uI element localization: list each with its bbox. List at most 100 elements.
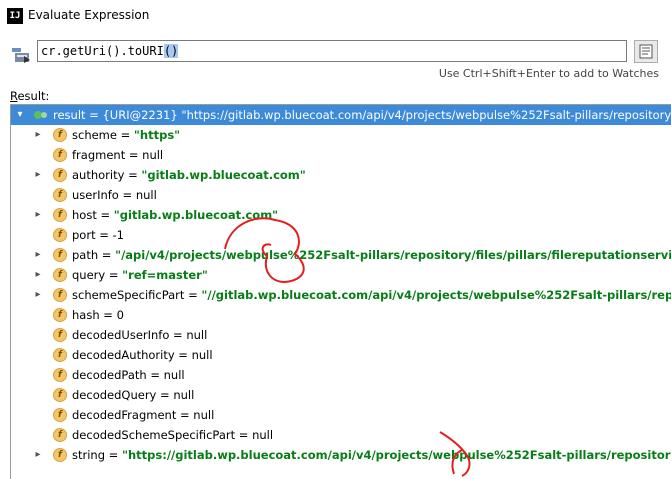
tree-row-string[interactable]: ▸ f string = "https://gitlab.wp.bluecoat.c… (11, 445, 671, 465)
evaluate-history-icon[interactable] (10, 42, 32, 64)
tree-row-hash[interactable]: f hash = 0 (11, 305, 671, 325)
chevron-right-icon[interactable]: ▸ (33, 130, 43, 140)
equals-sign: = (99, 308, 117, 322)
equals-sign: = (176, 408, 194, 422)
chevron-right-icon[interactable]: ▸ (33, 290, 43, 300)
field-value: null (186, 328, 208, 342)
field-value: null (252, 428, 274, 442)
field-icon: f (53, 168, 67, 182)
tree-row-port[interactable]: f port = -1 (11, 225, 671, 245)
tree-row-decodedPath[interactable]: f decodedPath = null (11, 365, 671, 385)
field-name: fragment (72, 148, 126, 162)
equals-sign: = (235, 428, 253, 442)
field-name: string (72, 448, 106, 462)
field-name: scheme (72, 128, 117, 142)
field-name: path (72, 248, 99, 262)
field-name: hash (72, 308, 100, 322)
field-value: "https" (133, 128, 181, 142)
field-icon: f (53, 208, 67, 222)
tree-row-decodedSchemeSpecificPart[interactable]: f decodedSchemeSpecificPart = null (11, 425, 671, 445)
field-value: "ref=master" (122, 268, 208, 282)
field-name: host (72, 208, 97, 222)
tree-row-schemeSpecificPart[interactable]: ▸ f schemeSpecificPart = "//gitlab.wp.blue… (11, 285, 671, 305)
field-icon: f (53, 328, 67, 342)
field-entry: decodedUserInfo = null (72, 325, 207, 345)
chevron-right-icon[interactable]: ▸ (33, 170, 43, 180)
field-name: decodedQuery (72, 388, 157, 402)
field-icon: f (53, 228, 67, 242)
field-entry: string = "https://gitlab.wp.bluecoat.com… (72, 445, 671, 465)
field-name: decodedPath (72, 368, 147, 382)
field-name: schemeSpecificPart (72, 288, 185, 302)
field-value: "/api/v4/projects/webpulse%252Fsalt-pill… (115, 248, 671, 262)
chevron-right-icon[interactable]: ▸ (33, 450, 43, 460)
chevron-down-icon[interactable]: ▾ (15, 110, 25, 120)
field-value: "https://gitlab.wp.bluecoat.com/api/v4/p… (121, 448, 671, 462)
field-entry: query = "ref=master" (72, 265, 208, 285)
field-value: -1 (112, 228, 124, 242)
field-entry: host = "gitlab.wp.bluecoat.com" (72, 205, 278, 225)
equals-sign: = (146, 368, 164, 382)
tree-row-scheme[interactable]: ▸ f scheme = "https" (11, 125, 671, 145)
field-icon: f (53, 248, 67, 262)
field-entry: port = -1 (72, 225, 124, 245)
tree-row-decodedUserInfo[interactable]: f decodedUserInfo = null (11, 325, 671, 345)
tree-root-row[interactable]: ▾ result = {URI@2231} "https://gitlab.wp… (11, 105, 671, 125)
expression-input[interactable]: cr.getUri().toURI() (37, 40, 627, 62)
field-value: "//gitlab.wp.bluecoat.com/api/v4/project… (201, 288, 671, 302)
tree-row-userInfo[interactable]: f userInfo = null (11, 185, 671, 205)
tree-row-decodedAuthority[interactable]: f decodedAuthority = null (11, 345, 671, 365)
field-entry: decodedPath = null (72, 365, 185, 385)
field-entry: decodedFragment = null (72, 405, 214, 425)
field-name: decodedFragment (72, 408, 177, 422)
field-entry: decodedQuery = null (72, 385, 194, 405)
chevron-right-icon[interactable]: ▸ (33, 270, 43, 280)
field-icon: f (53, 188, 67, 202)
field-entry: authority = "gitlab.wp.bluecoat.com" (72, 165, 306, 185)
equals-sign: = (105, 268, 123, 282)
code-fragment-icon (639, 44, 653, 59)
tree-row-authority[interactable]: ▸ f authority = "gitlab.wp.bluecoat.com" (11, 165, 671, 185)
equals-sign: = (96, 208, 114, 222)
chevron-right-icon[interactable]: ▸ (33, 210, 43, 220)
equals-sign: = (98, 248, 116, 262)
window-title: Evaluate Expression (28, 8, 150, 22)
field-entry: fragment = null (72, 145, 163, 165)
equals-sign: = (156, 388, 174, 402)
field-value: "gitlab.wp.bluecoat.com" (113, 208, 279, 222)
field-icon: f (53, 288, 67, 302)
tree-row-host[interactable]: ▸ f host = "gitlab.wp.bluecoat.com" (11, 205, 671, 225)
expression-text: cr.getUri().toURI() (41, 44, 179, 58)
field-icon: f (53, 268, 67, 282)
field-value: null (142, 148, 164, 162)
field-entry: decodedAuthority = null (72, 345, 213, 365)
field-value: null (191, 348, 213, 362)
field-entry: scheme = "https" (72, 125, 180, 145)
field-value: null (135, 188, 157, 202)
field-icon: f (53, 348, 67, 362)
field-name: decodedSchemeSpecificPart (72, 428, 236, 442)
tree-row-path[interactable]: ▸ f path = "/api/v4/projects/webpulse%252F… (11, 245, 671, 265)
field-name: userInfo (72, 188, 119, 202)
title-bar: IJ Evaluate Expression (0, 0, 671, 32)
expand-to-code-fragment-button[interactable] (634, 40, 658, 63)
field-icon: f (53, 408, 67, 422)
intellij-app-icon: IJ (7, 8, 23, 24)
field-entry: schemeSpecificPart = "//gitlab.wp.blueco… (72, 285, 671, 305)
tree-row-query[interactable]: ▸ f query = "ref=master" (11, 265, 671, 285)
tree-row-decodedQuery[interactable]: f decodedQuery = null (11, 385, 671, 405)
field-name: decodedUserInfo (72, 328, 170, 342)
result-tree[interactable]: ▾ result = {URI@2231} "https://gitlab.wp… (10, 104, 671, 479)
field-icon: f (53, 388, 67, 402)
watches-hint: Use Ctrl+Shift+Enter to add to Watches (438, 67, 659, 80)
equals-sign: = (105, 448, 122, 462)
field-value: 0 (116, 308, 124, 322)
tree-row-fragment[interactable]: f fragment = null (11, 145, 671, 165)
field-icon: f (53, 448, 67, 462)
result-object-icon (34, 111, 47, 119)
field-name: port (72, 228, 96, 242)
chevron-right-icon[interactable]: ▸ (33, 250, 43, 260)
tree-row-decodedFragment[interactable]: f decodedFragment = null (11, 405, 671, 425)
field-entry: decodedSchemeSpecificPart = null (72, 425, 273, 445)
field-value: null (163, 368, 185, 382)
